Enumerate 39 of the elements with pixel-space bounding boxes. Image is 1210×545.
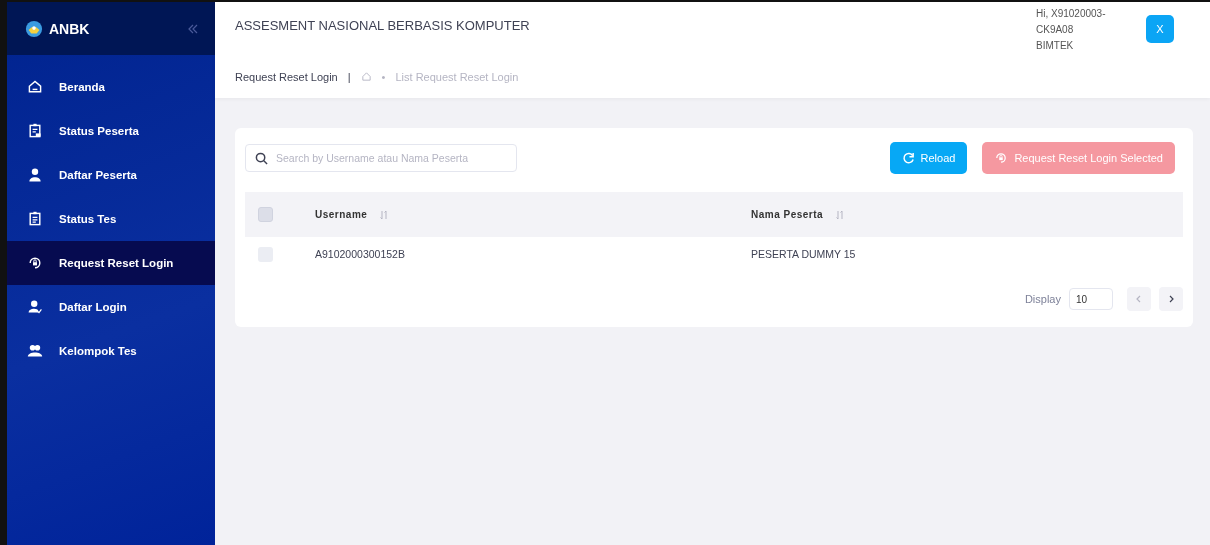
select-all-checkbox[interactable] — [258, 207, 273, 222]
search-field[interactable]: Search by Username atau Nama Peserta — [245, 144, 517, 172]
breadcrumb-separator: | — [347, 70, 351, 83]
table-cell: A9102000300152B — [315, 248, 405, 260]
table-cell: PESERTA DUMMY 15 — [751, 248, 856, 260]
sidebar-item[interactable]: Kelompok Tes — [7, 329, 215, 373]
chevron-left-icon — [1135, 295, 1143, 303]
sidebar-item[interactable]: Daftar Peserta — [7, 153, 215, 197]
menu-icon — [27, 299, 43, 315]
reload-icon — [901, 151, 915, 165]
sidebar-item[interactable]: Status Peserta — [7, 109, 215, 153]
menu-icon — [27, 343, 43, 359]
page-size-field[interactable]: 10 — [1069, 288, 1113, 310]
display-label: Display — [1024, 293, 1061, 305]
sidebar-item[interactable]: Beranda — [7, 65, 215, 109]
user-info: Hi, X91020003- CK9A08 BIMTEK — [1036, 6, 1107, 53]
menu-icon — [27, 123, 43, 139]
prev-page-button[interactable] — [1127, 287, 1151, 311]
menu-icon — [27, 79, 43, 95]
sort-icon[interactable] — [379, 210, 390, 221]
sidebar-item[interactable]: Request Reset Login — [7, 241, 215, 285]
sidebar-item[interactable]: Status Tes — [7, 197, 215, 241]
collapse-icon[interactable] — [187, 22, 199, 35]
breadcrumb-current: Request Reset Login — [235, 70, 338, 83]
lock-reset-icon — [994, 151, 1009, 165]
logo-icon — [25, 19, 43, 38]
menu-icon — [27, 167, 43, 183]
sidebar-item[interactable]: Daftar Login — [7, 285, 215, 329]
column-header[interactable]: Nama Peserta — [751, 208, 824, 220]
column-header[interactable]: Username — [315, 208, 368, 220]
page-title: ASSESMENT NASIONAL BERBASIS KOMPUTER — [235, 18, 531, 33]
breadcrumb-bullet: • — [381, 70, 386, 83]
home-icon[interactable] — [360, 71, 372, 82]
brand-name: ANBK — [49, 20, 90, 37]
menu-icon — [27, 211, 43, 227]
next-page-button[interactable] — [1159, 287, 1183, 311]
chevron-right-icon — [1167, 295, 1175, 303]
sort-icon[interactable] — [835, 210, 846, 221]
menu-icon — [27, 255, 43, 271]
